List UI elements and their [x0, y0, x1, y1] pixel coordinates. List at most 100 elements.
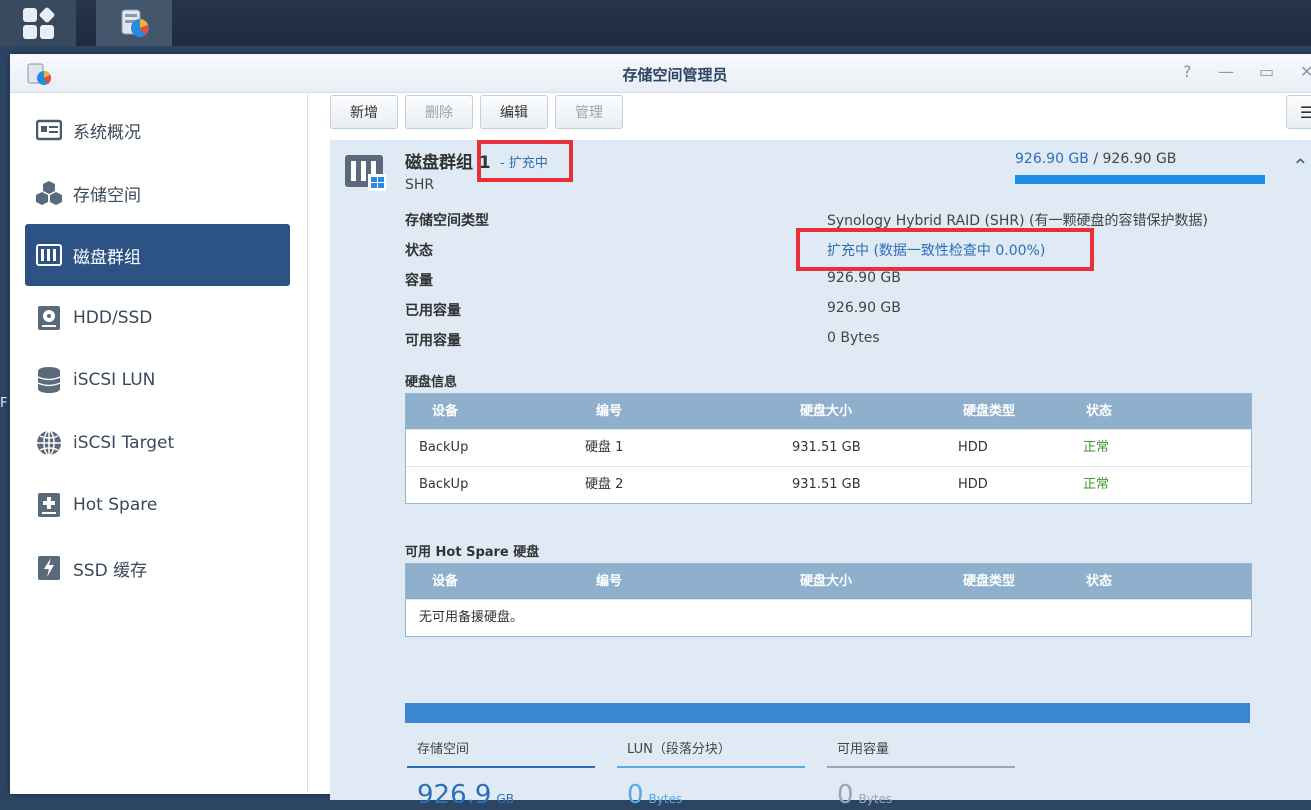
- hot-spare-title: 可用 Hot Spare 硬盘: [405, 545, 540, 560]
- stat-unit: GB: [496, 792, 514, 806]
- table-header: 设备 编号 硬盘大小 硬盘类型 状态: [406, 394, 1251, 429]
- sidebar-item-hdd-ssd[interactable]: HDD/SSD: [25, 287, 290, 349]
- cell-size: 931.51 GB: [792, 477, 861, 492]
- property-key-used: 已用容量: [405, 303, 461, 319]
- sidebar-item-storage-space[interactable]: 存储空间: [25, 162, 290, 224]
- disk-group-panel: 磁盘群组 1 - 扩充中 SHR 926.90 GB / 926.90 GB ⌃…: [330, 140, 1311, 810]
- sidebar-item-ssd-cache[interactable]: SSD 缓存: [25, 537, 290, 599]
- sidebar-item-label: SSD 缓存: [73, 560, 148, 581]
- sidebar-item-label: Hot Spare: [73, 495, 158, 515]
- cell-device: BackUp: [419, 477, 469, 492]
- capacity-separator: /: [1088, 151, 1103, 167]
- database-icon: [35, 366, 63, 394]
- stat-label-storage: 存储空间: [417, 742, 470, 757]
- storage-manager-window: 存储空间管理员 ? — ▭ ✕ 系统概况 存储空间 磁盘群组 HDD/SSD i…: [10, 54, 1311, 810]
- edit-button[interactable]: 编辑: [480, 95, 548, 129]
- column-header[interactable]: 硬盘类型: [963, 564, 1015, 599]
- column-header[interactable]: 硬盘类型: [963, 394, 1015, 429]
- cell-type: HDD: [958, 440, 988, 455]
- stat-underline-storage: [407, 766, 595, 768]
- overview-icon: [35, 116, 63, 144]
- sidebar: 系统概况 存储空间 磁盘群组 HDD/SSD iSCSI LUN iSCSI T…: [10, 93, 310, 793]
- column-header[interactable]: 编号: [596, 564, 622, 599]
- delete-button[interactable]: 删除: [405, 95, 473, 129]
- sidebar-item-overview[interactable]: 系统概况: [25, 99, 290, 161]
- taskbar-storage-manager-button[interactable]: [96, 0, 172, 46]
- desktop-label: F: [0, 396, 8, 411]
- capacity-summary: 926.90 GB / 926.90 GB: [1015, 151, 1176, 167]
- view-toggle-button[interactable]: ☰: [1286, 95, 1311, 129]
- sidebar-item-disk-group[interactable]: 磁盘群组: [25, 224, 290, 286]
- taskbar: [0, 0, 1311, 46]
- sidebar-item-label: iSCSI LUN: [73, 370, 156, 390]
- manage-button[interactable]: 管理: [555, 95, 623, 129]
- minimize-button[interactable]: —: [1218, 62, 1234, 81]
- main-menu-button[interactable]: [0, 0, 76, 46]
- sidebar-item-label: 存储空间: [73, 185, 141, 206]
- sidebar-item-label: 系统概况: [73, 122, 141, 143]
- main-menu-icon: [22, 6, 55, 39]
- property-key-storage-type: 存储空间类型: [405, 213, 489, 229]
- sidebar-item-label: 磁盘群组: [73, 247, 141, 268]
- hdd-icon: [35, 304, 63, 332]
- sidebar-divider: [307, 93, 308, 793]
- property-key-capacity: 容量: [405, 273, 433, 289]
- cell-type: HDD: [958, 477, 988, 492]
- column-header[interactable]: 状态: [1086, 564, 1112, 599]
- globe-icon: [35, 429, 63, 457]
- column-header[interactable]: 状态: [1086, 394, 1112, 429]
- total-capacity: 926.90 GB: [1102, 151, 1177, 167]
- cubes-icon: [35, 179, 63, 207]
- cell-number: 硬盘 2: [585, 477, 624, 492]
- highlight-box-status-tag: [477, 140, 573, 182]
- column-header[interactable]: 编号: [596, 394, 622, 429]
- column-header[interactable]: 硬盘大小: [800, 564, 852, 599]
- cell-status: 正常: [1083, 477, 1110, 492]
- help-icon[interactable]: ?: [1183, 62, 1192, 81]
- property-value-available: 0 Bytes: [827, 330, 880, 346]
- hot-spare-icon: [35, 491, 63, 519]
- disk-group-raid-type: SHR: [405, 177, 435, 193]
- hot-spare-table: 设备 编号 硬盘大小 硬盘类型 状态 无可用备援硬盘。: [405, 563, 1252, 637]
- table-row[interactable]: BackUp 硬盘 2 931.51 GB HDD 正常: [406, 466, 1251, 503]
- list-view-icon: ☰: [1299, 102, 1311, 122]
- disk-group-icon: [35, 241, 63, 269]
- stat-underline-available: [827, 766, 1015, 768]
- sidebar-item-hot-spare[interactable]: Hot Spare: [25, 474, 290, 536]
- table-header: 设备 编号 硬盘大小 硬盘类型 状态: [406, 564, 1251, 599]
- close-button[interactable]: ✕: [1300, 62, 1311, 81]
- empty-message: 无可用备援硬盘。: [419, 610, 524, 625]
- table-empty-row: 无可用备援硬盘。: [406, 599, 1251, 636]
- stat-unit: Bytes: [648, 792, 683, 806]
- window-title: 存储空间管理员: [622, 66, 728, 84]
- disk-info-table: 设备 编号 硬盘大小 硬盘类型 状态 BackUp 硬盘 1 931.51 GB…: [405, 393, 1252, 504]
- ssd-cache-icon: [35, 554, 63, 582]
- property-value-capacity: 926.90 GB: [827, 270, 901, 286]
- stat-label-lun: LUN（段落分块）: [627, 742, 731, 757]
- maximize-button[interactable]: ▭: [1259, 62, 1274, 81]
- property-key-status: 状态: [405, 243, 433, 259]
- sidebar-item-iscsi-lun[interactable]: iSCSI LUN: [25, 349, 290, 411]
- cell-status: 正常: [1083, 440, 1110, 455]
- property-value-storage-type: Synology Hybrid RAID (SHR) (有一颗硬盘的容错保护数据…: [827, 213, 1208, 229]
- create-button[interactable]: 新增: [330, 95, 398, 129]
- table-row[interactable]: BackUp 硬盘 1 931.51 GB HDD 正常: [406, 429, 1251, 466]
- highlight-box-status: [796, 228, 1094, 271]
- title-bar: 存储空间管理员 ? — ▭ ✕: [10, 54, 1311, 93]
- stat-unit: Bytes: [858, 792, 893, 806]
- column-header[interactable]: 设备: [432, 564, 458, 599]
- cell-device: BackUp: [419, 440, 469, 455]
- sidebar-item-iscsi-target[interactable]: iSCSI Target: [25, 412, 290, 474]
- disk-group-icon: [345, 155, 386, 191]
- column-header[interactable]: 设备: [432, 394, 458, 429]
- cell-number: 硬盘 1: [585, 440, 624, 455]
- stat-label-available: 可用容量: [837, 742, 890, 757]
- disk-info-title: 硬盘信息: [405, 375, 458, 390]
- column-header[interactable]: 硬盘大小: [800, 394, 852, 429]
- sidebar-item-label: HDD/SSD: [73, 308, 153, 328]
- storage-manager-icon: [121, 9, 149, 37]
- capacity-usage-bar: [1015, 175, 1265, 184]
- property-key-available: 可用容量: [405, 333, 461, 349]
- summary-bar: [405, 703, 1250, 723]
- collapse-chevron-icon[interactable]: ⌃: [1292, 154, 1309, 178]
